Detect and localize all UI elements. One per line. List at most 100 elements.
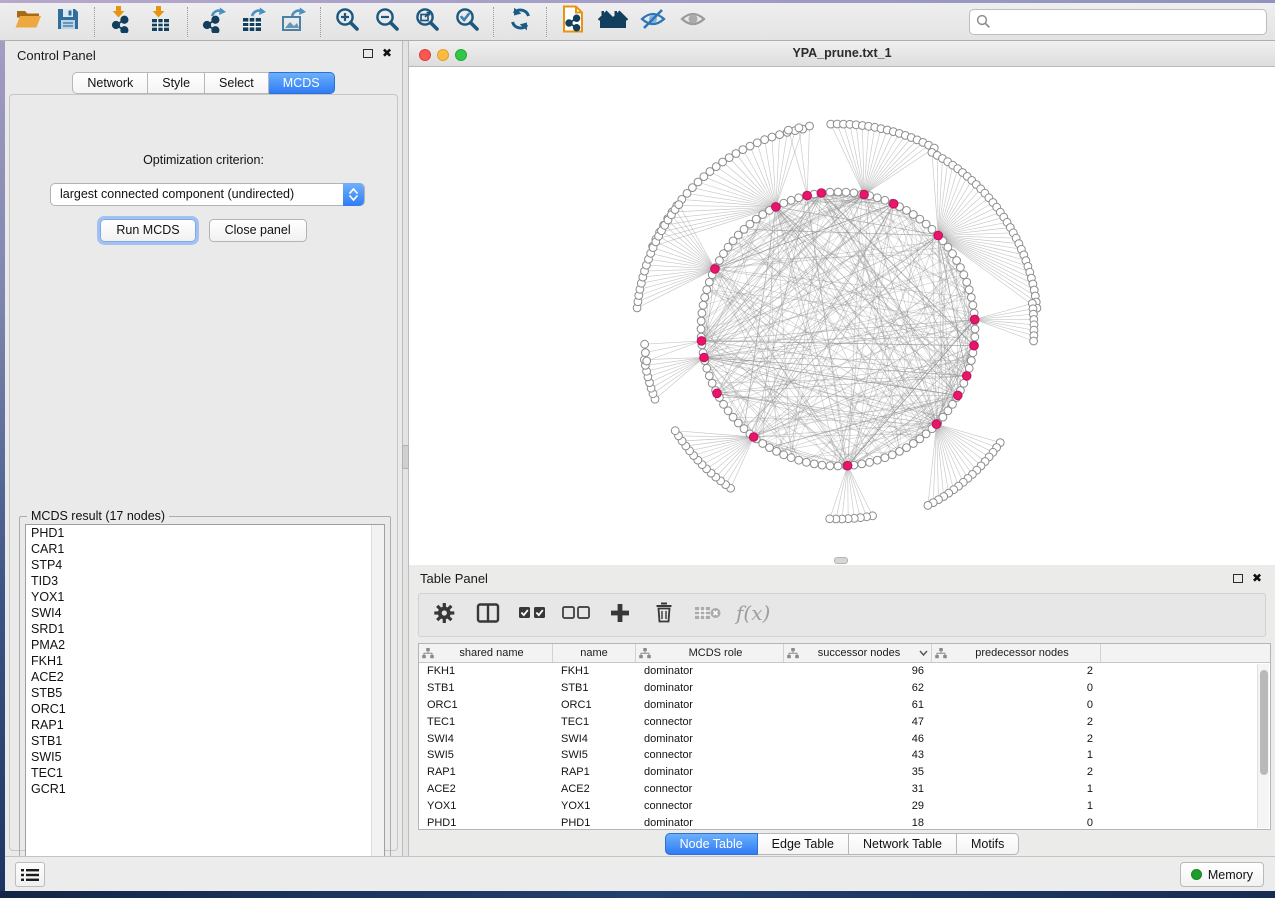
cell-predecessor-nodes[interactable]: 2	[932, 733, 1101, 745]
mcds-result-item[interactable]: GCR1	[26, 781, 384, 797]
mcds-result-item[interactable]: STP4	[26, 557, 384, 573]
mcds-result-item[interactable]: TID3	[26, 573, 384, 589]
cell-successor-nodes[interactable]: 61	[784, 699, 932, 711]
mcds-result-item[interactable]: SWI5	[26, 749, 384, 765]
mcds-result-item[interactable]: PHD1	[26, 525, 384, 541]
table-row[interactable]: YOX1YOX1connector291	[419, 797, 1270, 814]
cell-shared-name[interactable]: SWI5	[419, 749, 553, 761]
memory-button[interactable]: Memory	[1180, 862, 1264, 887]
column-header-MCDS-role[interactable]: MCDS role	[636, 644, 784, 662]
column-header-predecessor-nodes[interactable]: predecessor nodes	[932, 644, 1101, 662]
table-row[interactable]: SWI5SWI5connector431	[419, 747, 1270, 764]
table-row[interactable]: ORC1ORC1dominator610	[419, 697, 1270, 714]
table-row[interactable]: STB1STB1dominator620	[419, 680, 1270, 697]
cell-name[interactable]: RAP1	[553, 766, 636, 778]
show-all-nodes-edges-button[interactable]	[593, 6, 633, 38]
search-input[interactable]	[969, 9, 1267, 35]
cell-MCDS-role[interactable]: dominator	[636, 665, 784, 677]
cell-successor-nodes[interactable]: 35	[784, 766, 932, 778]
deselect-all-rows-button[interactable]	[561, 599, 591, 631]
cell-shared-name[interactable]: RAP1	[419, 766, 553, 778]
mcds-result-item[interactable]: ORC1	[26, 701, 384, 717]
export-network-button[interactable]	[194, 6, 234, 38]
cell-predecessor-nodes[interactable]: 0	[932, 682, 1101, 694]
cell-successor-nodes[interactable]: 46	[784, 733, 932, 745]
import-network-button[interactable]	[101, 6, 141, 38]
cell-successor-nodes[interactable]: 18	[784, 817, 932, 829]
table-row[interactable]: PHD1PHD1dominator180	[419, 814, 1270, 831]
export-image-button[interactable]	[274, 6, 314, 38]
mcds-result-item[interactable]: FKH1	[26, 653, 384, 669]
optimization-criterion-select[interactable]: largest connected component (undirected)	[50, 183, 365, 206]
mcds-result-item[interactable]: STB1	[26, 733, 384, 749]
zoom-selected-button[interactable]	[447, 6, 487, 38]
task-history-button[interactable]	[15, 862, 45, 887]
cell-successor-nodes[interactable]: 43	[784, 749, 932, 761]
table-row[interactable]: TEC1TEC1connector472	[419, 713, 1270, 730]
new-network-from-selection-button[interactable]	[553, 6, 593, 38]
cell-shared-name[interactable]: YOX1	[419, 800, 553, 812]
column-header-name[interactable]: name	[553, 644, 636, 662]
column-header-shared-name[interactable]: shared name	[419, 644, 553, 662]
vertical-splitter-handle[interactable]	[402, 445, 409, 469]
cell-name[interactable]: STB1	[553, 682, 636, 694]
cell-MCDS-role[interactable]: dominator	[636, 817, 784, 829]
hide-selected-button[interactable]	[633, 6, 673, 38]
mcds-result-list[interactable]: PHD1CAR1STP4TID3YOX1SWI4SRD1PMA2FKH1ACE2…	[25, 524, 385, 885]
zoom-out-button[interactable]	[367, 6, 407, 38]
close-panel-button[interactable]: Close panel	[209, 219, 307, 242]
cell-predecessor-nodes[interactable]: 2	[932, 665, 1101, 677]
open-file-button[interactable]	[8, 6, 48, 38]
table-row[interactable]: SWI4SWI4dominator462	[419, 730, 1270, 747]
export-table-button[interactable]: }}	[234, 6, 274, 38]
cell-shared-name[interactable]: TEC1	[419, 716, 553, 728]
tab-style[interactable]: Style	[148, 72, 205, 94]
cell-MCDS-role[interactable]: dominator	[636, 766, 784, 778]
mcds-result-item[interactable]: RAP1	[26, 717, 384, 733]
horizontal-splitter-handle[interactable]	[834, 557, 848, 564]
table-scrollbar[interactable]	[1257, 664, 1269, 828]
table-row[interactable]: RAP1RAP1dominator352	[419, 764, 1270, 781]
mcds-result-item[interactable]: PMA2	[26, 637, 384, 653]
cell-predecessor-nodes[interactable]: 1	[932, 749, 1101, 761]
run-mcds-button[interactable]: Run MCDS	[100, 219, 195, 242]
cell-name[interactable]: PHD1	[553, 817, 636, 829]
close-table-panel-icon[interactable]: ✖	[1252, 574, 1262, 583]
mcds-result-item[interactable]: STB5	[26, 685, 384, 701]
cell-shared-name[interactable]: ACE2	[419, 783, 553, 795]
close-panel-icon[interactable]: ✖	[382, 49, 392, 58]
tab-mcds[interactable]: MCDS	[269, 72, 335, 94]
cell-predecessor-nodes[interactable]: 0	[932, 817, 1101, 829]
cell-name[interactable]: TEC1	[553, 716, 636, 728]
cell-shared-name[interactable]: FKH1	[419, 665, 553, 677]
column-settings-button[interactable]	[429, 599, 459, 631]
cell-MCDS-role[interactable]: connector	[636, 783, 784, 795]
mcds-result-item[interactable]: CAR1	[26, 541, 384, 557]
tab-network[interactable]: Network	[72, 72, 148, 94]
zoom-fit-button[interactable]	[407, 6, 447, 38]
mcds-list-scrollbar[interactable]	[371, 525, 384, 884]
tab-select[interactable]: Select	[205, 72, 269, 94]
cell-shared-name[interactable]: SWI4	[419, 733, 553, 745]
cell-successor-nodes[interactable]: 29	[784, 800, 932, 812]
cell-name[interactable]: SWI4	[553, 733, 636, 745]
mcds-result-item[interactable]: TEC1	[26, 765, 384, 781]
cell-predecessor-nodes[interactable]: 2	[932, 716, 1101, 728]
cell-name[interactable]: ORC1	[553, 699, 636, 711]
add-column-button[interactable]	[605, 599, 635, 631]
zoom-in-button[interactable]	[327, 6, 367, 38]
tab-network-table[interactable]: Network Table	[849, 833, 957, 855]
import-table-button[interactable]: }}	[141, 6, 181, 38]
cell-MCDS-role[interactable]: dominator	[636, 682, 784, 694]
cell-MCDS-role[interactable]: connector	[636, 716, 784, 728]
cell-name[interactable]: ACE2	[553, 783, 636, 795]
float-table-panel-icon[interactable]	[1233, 574, 1243, 583]
vertical-splitter[interactable]	[402, 41, 409, 856]
mcds-result-item[interactable]: ACE2	[26, 669, 384, 685]
cell-MCDS-role[interactable]: dominator	[636, 699, 784, 711]
cell-MCDS-role[interactable]: connector	[636, 800, 784, 812]
cell-predecessor-nodes[interactable]: 1	[932, 783, 1101, 795]
cell-predecessor-nodes[interactable]: 0	[932, 699, 1101, 711]
mcds-result-item[interactable]: YOX1	[26, 589, 384, 605]
tab-node-table[interactable]: Node Table	[665, 833, 758, 855]
